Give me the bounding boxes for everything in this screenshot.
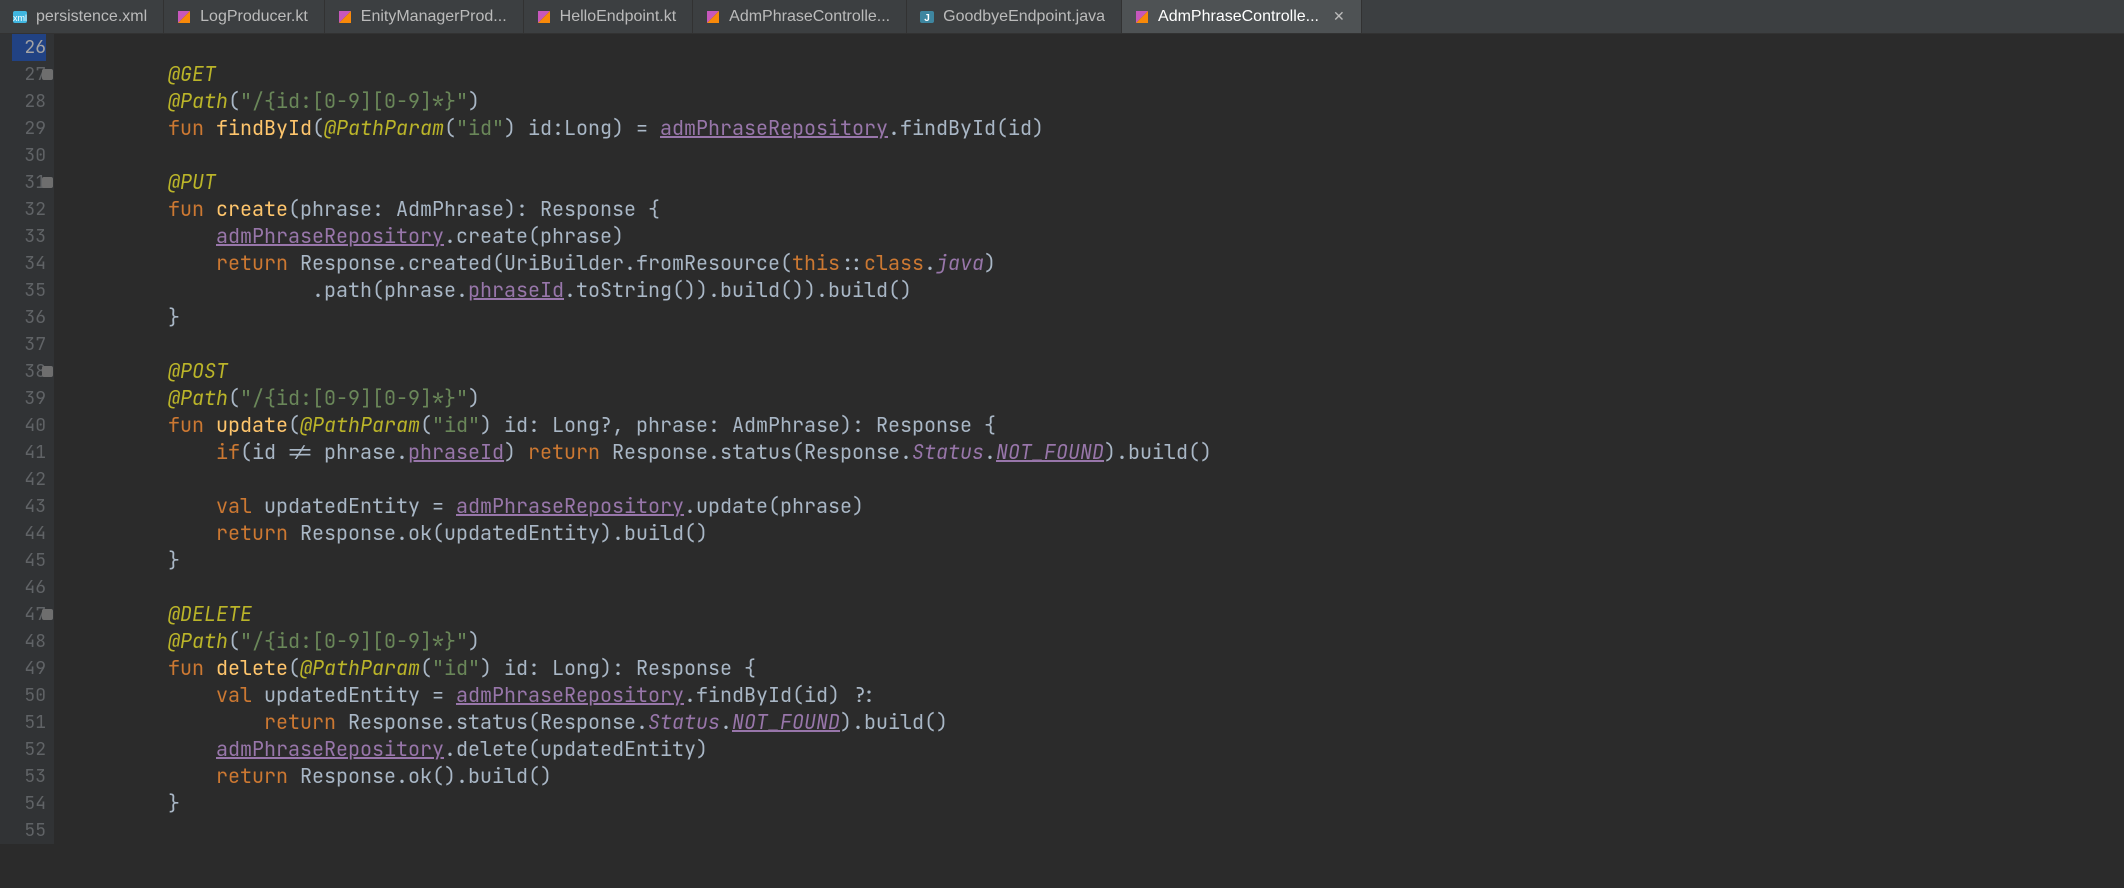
tab-label: EnityManagerProd...: [361, 8, 507, 26]
line-number: 39: [12, 385, 46, 412]
fold-icon[interactable]: [42, 177, 53, 188]
fold-icon[interactable]: [42, 609, 53, 620]
line-number: 40: [12, 412, 46, 439]
tab-label: HelloEndpoint.kt: [560, 8, 677, 26]
java-file-icon: J: [919, 9, 935, 25]
line-number: 47: [12, 601, 46, 628]
code-line[interactable]: return Response.ok().build(): [72, 763, 1212, 790]
line-number: 51: [12, 709, 46, 736]
tab-goodbyeendpoint-java[interactable]: J GoodbyeEndpoint.java: [907, 0, 1122, 33]
code-editor[interactable]: 2627282930313233343536373839404142434445…: [0, 34, 2124, 844]
line-number: 28: [12, 88, 46, 115]
tab-label: LogProducer.kt: [200, 8, 308, 26]
close-icon[interactable]: ✕: [1333, 8, 1345, 25]
line-number: 43: [12, 493, 46, 520]
code-line[interactable]: }: [72, 790, 1212, 817]
xml-file-icon: xml: [12, 9, 28, 25]
code-line[interactable]: if(id != phrase.phraseId) return Respons…: [72, 439, 1212, 466]
code-line[interactable]: admPhraseRepository.create(phrase): [72, 223, 1212, 250]
kt-file-icon: [337, 9, 353, 25]
code-line[interactable]: .path(phrase.phraseId.toString()).build(…: [72, 277, 1212, 304]
line-number: 37: [12, 331, 46, 358]
code-line[interactable]: [72, 574, 1212, 601]
svg-text:J: J: [924, 13, 930, 24]
line-number: 45: [12, 547, 46, 574]
line-number: 29: [12, 115, 46, 142]
tab-admphrasecontrolle-[interactable]: AdmPhraseControlle...: [693, 0, 907, 33]
tab-admphrasecontrolle-[interactable]: AdmPhraseControlle... ✕: [1122, 0, 1362, 33]
line-number: 42: [12, 466, 46, 493]
line-number: 36: [12, 304, 46, 331]
line-number: 48: [12, 628, 46, 655]
code-line[interactable]: [72, 34, 1212, 61]
line-number: 55: [12, 817, 46, 844]
tab-label: AdmPhraseControlle...: [729, 8, 890, 26]
line-number: 41: [12, 439, 46, 466]
code-line[interactable]: @POST: [72, 358, 1212, 385]
line-number: 38: [12, 358, 46, 385]
code-line[interactable]: @Path("/{id:[0-9][0-9]*}"): [72, 88, 1212, 115]
tab-bar: xml persistence.xml LogProducer.kt EnityMan…: [0, 0, 2124, 34]
code-line[interactable]: admPhraseRepository.delete(updatedEntity…: [72, 736, 1212, 763]
code-line[interactable]: [72, 331, 1212, 358]
kt-file-icon: [1134, 9, 1150, 25]
line-number: 53: [12, 763, 46, 790]
line-number: 50: [12, 682, 46, 709]
tab-helloendpoint-kt[interactable]: HelloEndpoint.kt: [524, 0, 694, 33]
code-line[interactable]: }: [72, 304, 1212, 331]
line-number: 27: [12, 61, 46, 88]
tab-label: persistence.xml: [36, 8, 147, 26]
line-number: 31: [12, 169, 46, 196]
kt-file-icon: [705, 9, 721, 25]
line-number: 32: [12, 196, 46, 223]
code-line[interactable]: val updatedEntity = admPhraseRepository.…: [72, 493, 1212, 520]
code-line[interactable]: fun findById(@PathParam("id") id:Long) =…: [72, 115, 1212, 142]
line-number: 54: [12, 790, 46, 817]
tab-logproducer-kt[interactable]: LogProducer.kt: [164, 0, 325, 33]
line-number: 33: [12, 223, 46, 250]
code-line[interactable]: return Response.ok(updatedEntity).build(…: [72, 520, 1212, 547]
line-number: 44: [12, 520, 46, 547]
tab-persistence-xml[interactable]: xml persistence.xml: [0, 0, 164, 33]
kt-file-icon: [176, 9, 192, 25]
tab-label: AdmPhraseControlle...: [1158, 8, 1319, 26]
code-line[interactable]: return Response.status(Response.Status.N…: [72, 709, 1212, 736]
code-line[interactable]: fun update(@PathParam("id") id: Long?, p…: [72, 412, 1212, 439]
fold-icon[interactable]: [42, 366, 53, 377]
svg-text:xml: xml: [13, 13, 27, 23]
code-line[interactable]: val updatedEntity = admPhraseRepository.…: [72, 682, 1212, 709]
line-number: 49: [12, 655, 46, 682]
tab-enitymanagerprod-[interactable]: EnityManagerProd...: [325, 0, 524, 33]
line-number: 26: [12, 34, 46, 61]
code-line[interactable]: return Response.created(UriBuilder.fromR…: [72, 250, 1212, 277]
code-line[interactable]: @Path("/{id:[0-9][0-9]*}"): [72, 385, 1212, 412]
code-line[interactable]: @Path("/{id:[0-9][0-9]*}"): [72, 628, 1212, 655]
code-line[interactable]: [72, 142, 1212, 169]
line-number: 30: [12, 142, 46, 169]
line-number: 35: [12, 277, 46, 304]
line-number: 34: [12, 250, 46, 277]
line-number: 52: [12, 736, 46, 763]
code-line[interactable]: @PUT: [72, 169, 1212, 196]
code-line[interactable]: fun delete(@PathParam("id") id: Long): R…: [72, 655, 1212, 682]
gutter: 2627282930313233343536373839404142434445…: [0, 34, 54, 844]
code-line[interactable]: [72, 817, 1212, 844]
code-line[interactable]: [72, 466, 1212, 493]
code-line[interactable]: @DELETE: [72, 601, 1212, 628]
code-line[interactable]: @GET: [72, 61, 1212, 88]
kt-file-icon: [536, 9, 552, 25]
code-area[interactable]: @GET @Path("/{id:[0-9][0-9]*}") fun find…: [54, 34, 1212, 844]
line-number: 46: [12, 574, 46, 601]
code-line[interactable]: fun create(phrase: AdmPhrase): Response …: [72, 196, 1212, 223]
code-line[interactable]: }: [72, 547, 1212, 574]
tab-label: GoodbyeEndpoint.java: [943, 8, 1105, 26]
fold-icon[interactable]: [42, 69, 53, 80]
